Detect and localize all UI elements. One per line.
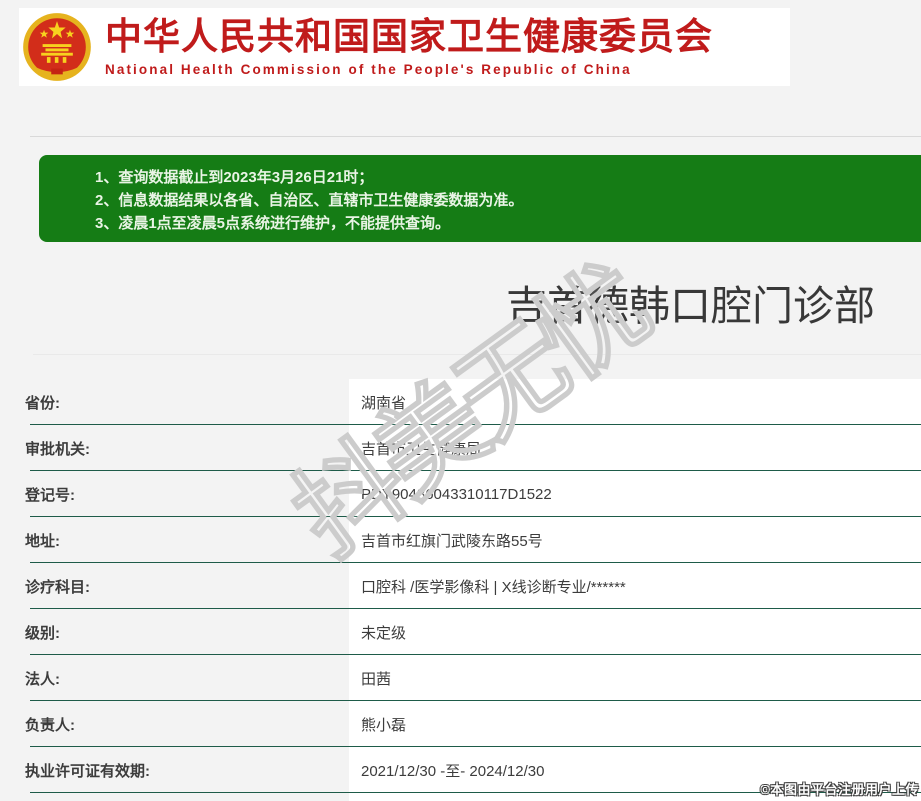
china-national-emblem-icon xyxy=(23,13,91,81)
field-label-person-in-charge: 负责人: xyxy=(25,716,75,734)
field-label-grade: 级别: xyxy=(25,624,60,642)
header-titles: 中华人民共和国国家卫生健康委员会 National Health Commiss… xyxy=(105,17,713,77)
field-value-approval-authority: 吉首市卫生健康局 xyxy=(349,425,921,471)
table-row: 法人: 田茜 xyxy=(0,655,921,701)
field-label-license-validity: 执业许可证有效期: xyxy=(25,762,150,780)
field-value-grade: 未定级 xyxy=(349,609,921,655)
table-row: 审批机关: 吉首市卫生健康局 xyxy=(0,425,921,471)
field-label-registration-number: 登记号: xyxy=(25,486,75,504)
notice-box: 1、查询数据截止到2023年3月26日21时； 2、信息数据结果以各省、自治区、… xyxy=(39,155,921,242)
field-label-legal-person: 法人: xyxy=(25,670,60,688)
field-label-address: 地址: xyxy=(25,532,60,550)
field-value-registration-number: PDY90486043310117D1522 xyxy=(349,471,921,517)
table-row: 省份: 湖南省 xyxy=(0,379,921,425)
field-value-clinical-departments: 口腔科 /医学影像科 | X线诊断专业/****** xyxy=(349,563,921,609)
header-title-chinese: 中华人民共和国国家卫生健康委员会 xyxy=(105,17,713,57)
field-value-person-in-charge: 熊小磊 xyxy=(349,701,921,747)
header-title-english: National Health Commission of the People… xyxy=(105,62,632,77)
field-label-approval-authority: 审批机关: xyxy=(25,440,90,458)
field-label-empty xyxy=(0,793,349,801)
field-label-clinical-departments: 诊疗科目: xyxy=(25,578,90,596)
table-top-divider xyxy=(33,354,921,355)
institution-detail-table: 省份: 湖南省 审批机关: 吉首市卫生健康局 登记号: PDY904860433… xyxy=(0,379,921,801)
notice-line-2: 2、信息数据结果以各省、自治区、直辖市卫生健康委数据为准。 xyxy=(95,192,524,209)
notice-line-1: 1、查询数据截止到2023年3月26日21时； xyxy=(95,169,374,186)
header-band: 中华人民共和国国家卫生健康委员会 National Health Commiss… xyxy=(19,8,790,86)
institution-name-title: 吉首德韩口腔门诊部 xyxy=(506,283,875,329)
notice-line-3: 3、凌晨1点至凌晨5点系统进行维护，不能提供查询。 xyxy=(95,215,451,232)
table-row: 地址: 吉首市红旗门武陵东路55号 xyxy=(0,517,921,563)
field-value-address: 吉首市红旗门武陵东路55号 xyxy=(349,517,921,563)
upload-copyright-note: ©本图由平台注册用户上传 xyxy=(760,782,919,797)
table-row: 级别: 未定级 xyxy=(0,609,921,655)
table-row: 诊疗科目: 口腔科 /医学影像科 | X线诊断专业/****** xyxy=(0,563,921,609)
field-value-province: 湖南省 xyxy=(349,379,921,425)
header-divider xyxy=(30,136,921,137)
field-label-province: 省份: xyxy=(25,394,60,412)
field-value-legal-person: 田茜 xyxy=(349,655,921,701)
table-row: 登记号: PDY90486043310117D1522 xyxy=(0,471,921,517)
table-row: 负责人: 熊小磊 xyxy=(0,701,921,747)
